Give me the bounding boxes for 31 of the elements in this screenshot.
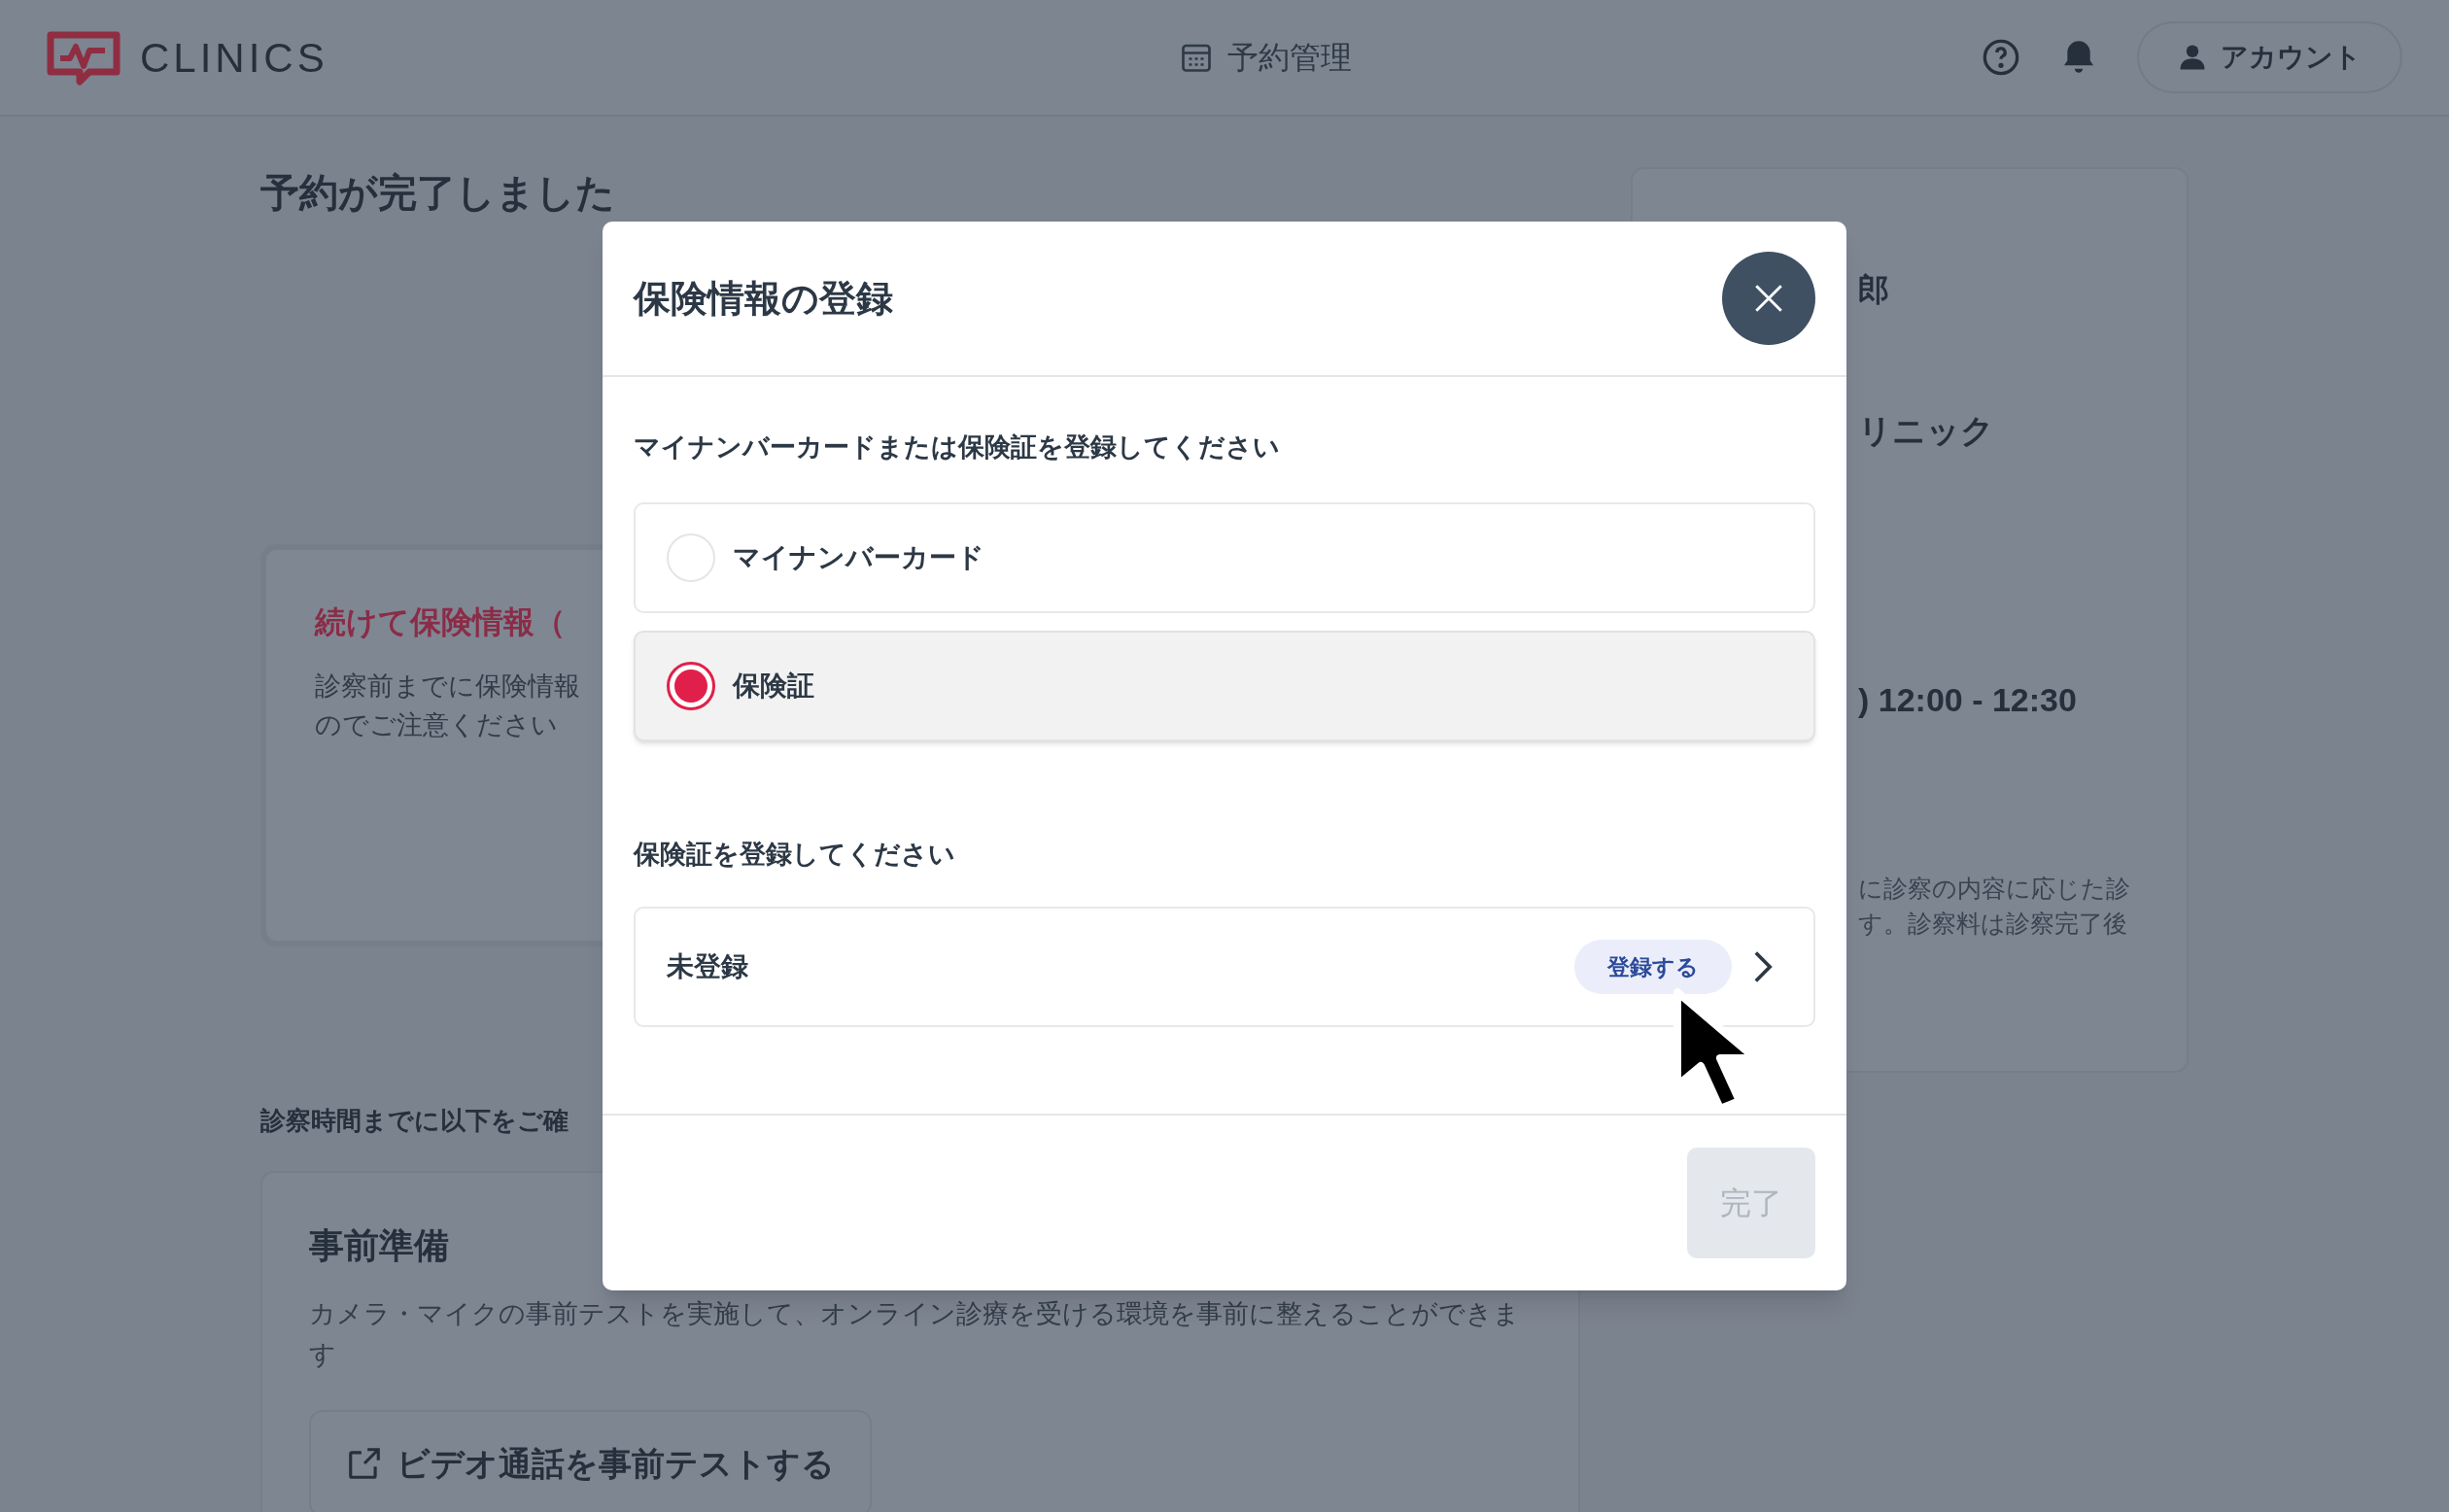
notice-text: のでご注意ください	[315, 709, 558, 741]
notice-title: 続けて保険情報（	[315, 603, 566, 641]
external-link-icon	[346, 1445, 383, 1482]
logo-text: CLINICS	[140, 33, 328, 83]
checklist-heading: 診察時間までに以下をご確	[260, 1105, 569, 1137]
prep-description: カメラ・マイクの事前テストを実施して、オンライン診療を受ける環境を事前に整えることができます	[309, 1298, 1521, 1371]
help-icon[interactable]	[1982, 38, 2020, 77]
sub-heading: 保険証を登録してください	[634, 838, 956, 871]
clinic-name: リニック	[1858, 411, 1995, 451]
register-badge[interactable]: 登録する	[1574, 940, 1732, 994]
question-label: マイナンバーカードまたは保険証を登録してください	[634, 431, 1281, 464]
patient-name: 郎	[1858, 271, 1890, 309]
account-button[interactable]: アカウント	[2137, 21, 2402, 93]
video-test-button[interactable]: ビデオ通話を事前テストする	[309, 1410, 872, 1512]
radio-selected	[667, 661, 715, 710]
page-title: 予約が完了しました	[260, 170, 616, 216]
appointment-time: ) 12:00 - 12:30	[1858, 680, 2078, 720]
note-text: に診察の内容に応じた診	[1858, 874, 2131, 904]
radio-option[interactable]: 保険証	[634, 630, 1815, 741]
option-label: 保険証	[733, 669, 814, 703]
prep-title: 事前準備	[309, 1224, 450, 1267]
radio-option[interactable]: マイナンバーカード	[634, 501, 1815, 613]
dialog-title: 保険情報の登録	[634, 276, 893, 321]
logo-icon	[47, 29, 121, 86]
close-icon	[1752, 282, 1785, 315]
radio-unselected	[667, 533, 715, 582]
registration-status: 未登録	[667, 950, 749, 983]
notice-text: 診察前までに保険情報	[315, 670, 580, 703]
option-label: マイナンバーカード	[733, 540, 984, 574]
note-text: す。診察料は診察完了後	[1858, 909, 2128, 939]
registration-row[interactable]: 未登録 登録する	[634, 907, 1815, 1027]
